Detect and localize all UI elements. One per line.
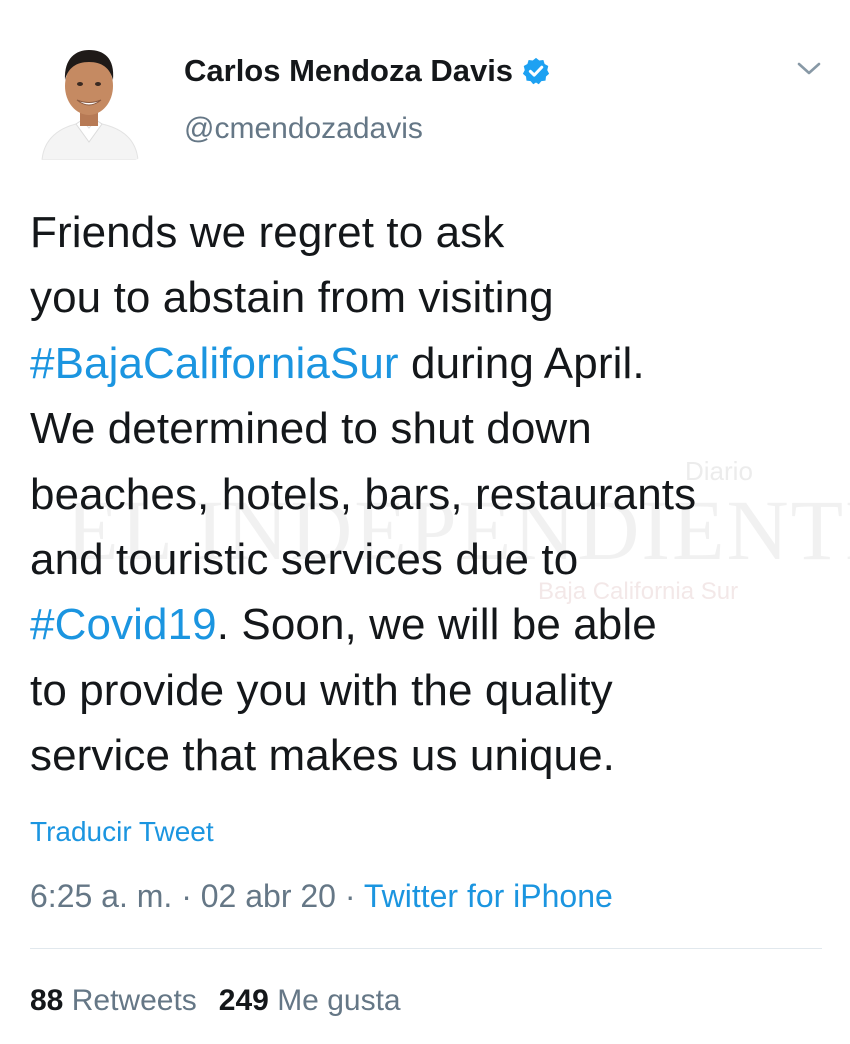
tweet-metadata: 6:25 a. m. · 02 abr 20 · Twitter for iPh… [30,878,613,915]
tweet-source-link[interactable]: Twitter for iPhone [364,878,613,914]
tweet-line-text: . Soon, we will be able [216,600,657,650]
tweet-line-text: beaches, hotels, bars, restaurants [30,469,697,519]
likes-count: 249 [218,984,269,1017]
tweet-line-text: to provide you with the quality [30,665,613,715]
tweet-card: Carlos Mendoza Davis @cmendozadavis Diar… [0,0,850,1044]
translate-tweet-link[interactable]: Traducir Tweet [30,816,214,848]
tweet-line-text: during April. [398,338,645,388]
tweet-line-text: Friends we regret to ask [30,208,505,257]
retweets-label: Retweets [71,984,197,1017]
tweet-text: Friends we regret to ask you to abstain … [30,200,820,789]
likes-label: Me gusta [277,984,401,1017]
tweet-line: service that makes us unique. [30,723,820,788]
tweet-line-text: service that makes us unique. [30,731,615,781]
profile-photo-icon [36,42,142,160]
tweet-line: you to abstain from visiting [30,265,820,330]
tweet-line: We determined to shut down [30,396,820,461]
tweet-line: beaches, hotels, bars, restaurants [30,462,820,527]
hashtag-link[interactable]: #Covid19 [30,600,217,649]
tweet-line-text: and touristic services due to [30,535,579,585]
hashtag-link[interactable]: #BajaCaliforniaSur [30,339,399,388]
meta-separator: · [172,878,201,914]
tweet-line: and touristic services due to [30,527,820,592]
chevron-down-icon[interactable] [796,60,822,78]
retweets-stat[interactable]: 88 Retweets [30,984,197,1017]
tweet-line: Friends we regret to ask [30,200,820,265]
tweet-time[interactable]: 6:25 a. m. [30,878,172,914]
verified-badge-icon [522,57,550,85]
meta-separator: · [335,878,364,914]
tweet-line: #Covid19. Soon, we will be able [30,592,820,657]
author-name[interactable]: Carlos Mendoza Davis [184,53,551,89]
tweet-line: to provide you with the quality [30,658,820,723]
tweet-line: #BajaCaliforniaSur during April. [30,331,820,396]
author-handle[interactable]: @cmendozadavis [184,112,423,146]
divider [30,948,822,949]
tweet-line-text: We determined to shut down [30,404,592,454]
tweet-line-text: you to abstain from visiting [30,273,554,323]
tweet-stats: 88 Retweets 249 Me gusta [30,984,401,1018]
retweets-count: 88 [30,984,64,1017]
avatar[interactable] [36,42,142,160]
likes-stat[interactable]: 249 Me gusta [219,984,401,1017]
tweet-date[interactable]: 02 abr 20 [201,878,336,914]
author-name-text[interactable]: Carlos Mendoza Davis [184,53,513,89]
